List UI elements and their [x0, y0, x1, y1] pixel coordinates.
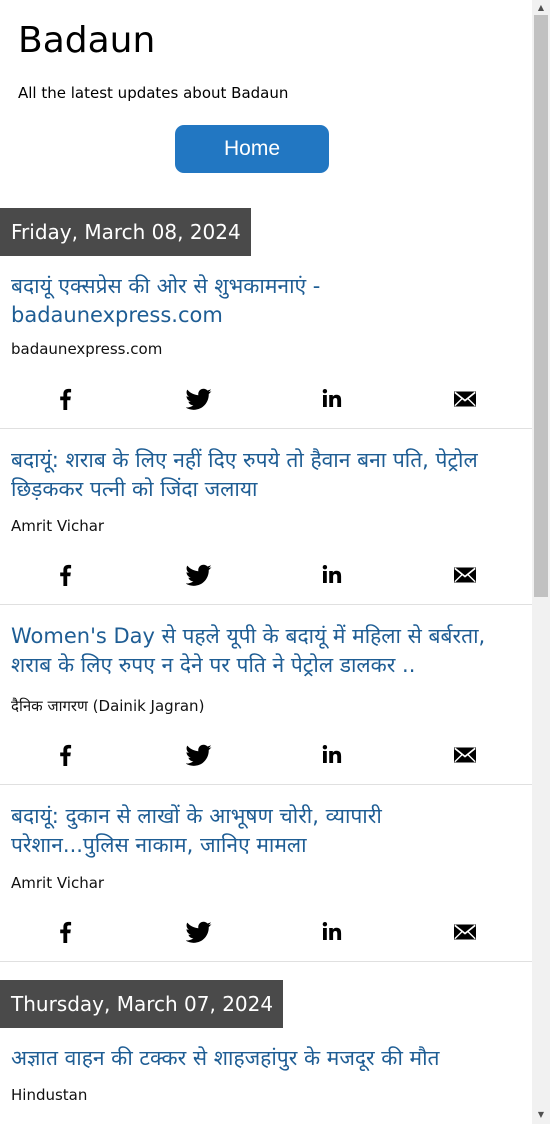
share-bar — [0, 562, 532, 588]
facebook-icon[interactable] — [53, 386, 79, 412]
article-source: दैनिक जागरण (Dainik Jagran) — [11, 697, 205, 715]
article-headline[interactable]: बदायूं: दुकान से लाखों के आभूषण चोरी, व्… — [11, 802, 451, 860]
article-item: बदायूं: दुकान से लाखों के आभूषण चोरी, व्… — [0, 802, 532, 962]
article-item: बदायूं एक्सप्रेस की ओर से शुभकामनाएं - b… — [0, 272, 532, 429]
article-headline[interactable]: अज्ञात वाहन की टक्कर से शाहजहांपुर के मज… — [11, 1044, 531, 1073]
facebook-icon[interactable] — [53, 562, 79, 588]
scrollbar-thumb[interactable] — [534, 15, 548, 597]
article-source: Amrit Vichar — [11, 517, 105, 535]
site-description: All the latest updates about Badaun — [18, 84, 289, 102]
article-item: बदायूं: शराब के लिए नहीं दिए रुपये तो है… — [0, 446, 532, 605]
scroll-down-arrow-icon[interactable]: ▼ — [536, 1110, 546, 1120]
linkedin-icon[interactable] — [319, 562, 345, 588]
home-button[interactable]: Home — [175, 125, 329, 173]
article-item: Women's Day से पहले यूपी के बदायूं में म… — [0, 622, 532, 785]
linkedin-icon[interactable] — [319, 742, 345, 768]
article-source: badaunexpress.com — [11, 340, 163, 358]
article-headline[interactable]: बदायूं एक्सप्रेस की ओर से शुभकामनाएं - b… — [11, 272, 531, 330]
scroll-up-arrow-icon[interactable]: ▲ — [536, 3, 546, 13]
twitter-icon[interactable] — [186, 386, 212, 412]
article-headline[interactable]: Women's Day से पहले यूपी के बदायूं में म… — [11, 622, 531, 680]
page: Badaun All the latest updates about Bada… — [0, 0, 532, 1124]
facebook-icon[interactable] — [53, 742, 79, 768]
date-header: Thursday, March 07, 2024 — [0, 980, 284, 1028]
article-source: Amrit Vichar — [11, 874, 105, 892]
linkedin-icon[interactable] — [319, 919, 345, 945]
vertical-scrollbar[interactable]: ▲ ▼ — [532, 0, 550, 1124]
article-source: Hindustan — [11, 1086, 88, 1104]
share-bar — [0, 919, 532, 945]
article-item: अज्ञात वाहन की टक्कर से शाहजहांपुर के मज… — [0, 1044, 532, 1124]
twitter-icon[interactable] — [186, 562, 212, 588]
email-icon[interactable] — [452, 742, 478, 768]
share-bar — [0, 386, 532, 412]
email-icon[interactable] — [452, 919, 478, 945]
facebook-icon[interactable] — [53, 919, 79, 945]
site-title[interactable]: Badaun — [18, 18, 155, 64]
article-headline[interactable]: बदायूं: शराब के लिए नहीं दिए रुपये तो है… — [11, 446, 531, 504]
linkedin-icon[interactable] — [319, 386, 345, 412]
twitter-icon[interactable] — [186, 742, 212, 768]
twitter-icon[interactable] — [186, 919, 212, 945]
date-header: Friday, March 08, 2024 — [0, 208, 251, 256]
email-icon[interactable] — [452, 562, 478, 588]
email-icon[interactable] — [452, 386, 478, 412]
share-bar — [0, 742, 532, 768]
